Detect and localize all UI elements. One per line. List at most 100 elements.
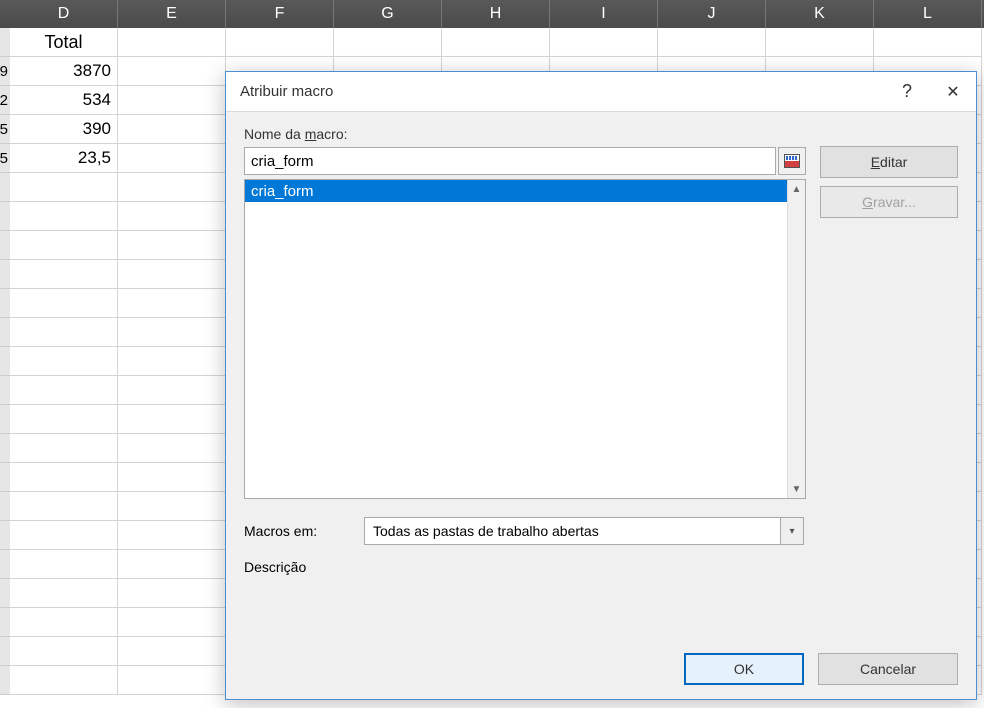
cell[interactable] [118,666,226,695]
cell[interactable] [118,144,226,173]
cell[interactable] [10,550,118,579]
cell[interactable] [766,28,874,57]
cell[interactable] [10,666,118,695]
close-button[interactable]: ✕ [930,72,976,112]
cell[interactable] [118,376,226,405]
cell[interactable] [118,521,226,550]
row-header[interactable] [0,579,10,608]
scroll-up-icon[interactable]: ▲ [788,180,805,198]
row-header[interactable]: 5 [0,144,10,173]
col-header-f[interactable]: F [226,0,334,28]
cell[interactable] [10,173,118,202]
row-header[interactable] [0,550,10,579]
list-item[interactable]: cria_form [245,180,787,202]
row-header[interactable]: 2 [0,86,10,115]
cell[interactable] [118,231,226,260]
cell[interactable]: 23,5 [10,144,118,173]
cell[interactable] [118,202,226,231]
row-header[interactable] [0,637,10,666]
cell[interactable] [10,637,118,666]
listbox-scrollbar[interactable]: ▲ ▼ [787,180,805,498]
row-header[interactable] [0,521,10,550]
cell[interactable] [10,492,118,521]
cell[interactable] [118,434,226,463]
cell[interactable] [118,260,226,289]
cell[interactable] [10,347,118,376]
row-header[interactable] [0,260,10,289]
cell[interactable] [10,608,118,637]
cell[interactable] [550,28,658,57]
cell[interactable] [10,260,118,289]
row-header[interactable] [0,376,10,405]
cell[interactable] [10,318,118,347]
row-header[interactable] [0,231,10,260]
cell[interactable]: 3870 [10,57,118,86]
cell[interactable]: Total [10,28,118,57]
dialog-titlebar[interactable]: Atribuir macro ? ✕ [226,72,976,112]
row-header[interactable] [0,289,10,318]
cell[interactable] [118,405,226,434]
chevron-down-icon[interactable]: ▾ [780,517,804,545]
cell[interactable] [658,28,766,57]
cell[interactable] [118,57,226,86]
row-header[interactable] [0,434,10,463]
row-header[interactable] [0,318,10,347]
macro-listbox[interactable]: cria_form ▲ ▼ [244,179,806,499]
col-header-l[interactable]: L [874,0,982,28]
cell[interactable] [118,289,226,318]
cell[interactable] [118,347,226,376]
edit-button[interactable]: Editar [820,146,958,178]
cell[interactable] [118,550,226,579]
macro-name-input[interactable] [244,147,776,175]
cell[interactable] [118,579,226,608]
col-header-h[interactable]: H [442,0,550,28]
cell[interactable]: 390 [10,115,118,144]
row-header[interactable] [0,405,10,434]
cell[interactable] [118,318,226,347]
col-header-d[interactable]: D [10,0,118,28]
cell[interactable] [10,463,118,492]
cancel-button[interactable]: Cancelar [818,653,958,685]
cell[interactable] [10,231,118,260]
row-header[interactable] [0,202,10,231]
col-header-i[interactable]: I [550,0,658,28]
cell[interactable]: 534 [10,86,118,115]
cell[interactable] [118,492,226,521]
cell[interactable] [10,405,118,434]
cell[interactable] [10,376,118,405]
cell[interactable] [334,28,442,57]
cell[interactable] [10,579,118,608]
row-header[interactable] [0,463,10,492]
macros-in-select[interactable]: Todas as pastas de trabalho abertas ▾ [364,517,804,545]
col-header-j[interactable]: J [658,0,766,28]
cell[interactable] [118,173,226,202]
col-header-g[interactable]: G [334,0,442,28]
row-header[interactable]: 5 [0,115,10,144]
row-header[interactable] [0,173,10,202]
help-button[interactable]: ? [884,72,930,112]
row-header[interactable] [0,608,10,637]
row-header[interactable] [0,666,10,695]
collapse-dialog-button[interactable] [778,147,806,175]
row-header[interactable] [0,492,10,521]
cell[interactable] [226,28,334,57]
cell[interactable] [118,115,226,144]
cell[interactable] [10,521,118,550]
cell[interactable] [118,608,226,637]
row-header[interactable] [0,347,10,376]
cell[interactable] [874,28,982,57]
row-header[interactable] [0,28,10,57]
cell[interactable] [442,28,550,57]
cell[interactable] [118,463,226,492]
cell[interactable] [10,202,118,231]
cell[interactable] [118,28,226,57]
col-header-e[interactable]: E [118,0,226,28]
scroll-down-icon[interactable]: ▼ [788,480,805,498]
col-header-k[interactable]: K [766,0,874,28]
row-header[interactable]: 9 [0,57,10,86]
cell[interactable] [118,637,226,666]
ok-button[interactable]: OK [684,653,804,685]
cell[interactable] [118,86,226,115]
cell[interactable] [10,434,118,463]
cell[interactable] [10,289,118,318]
